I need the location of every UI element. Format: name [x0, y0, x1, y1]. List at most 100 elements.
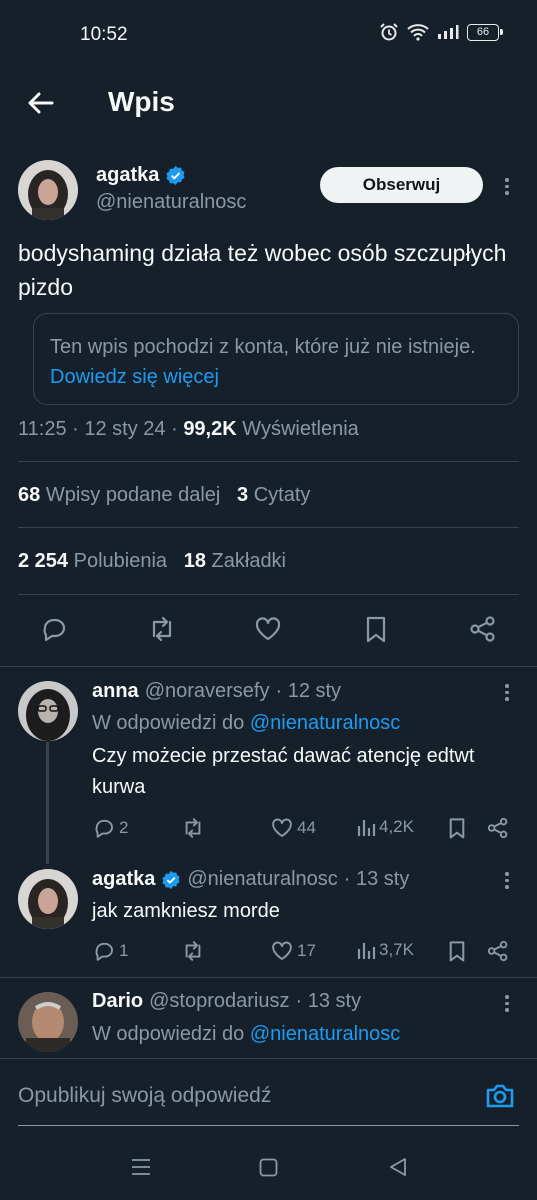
reply-author-handle[interactable]: @noraversefy [145, 680, 270, 703]
menu-nav-button[interactable] [131, 1158, 151, 1176]
bookmark-button[interactable] [446, 816, 468, 840]
bookmark-icon [449, 941, 465, 962]
like-button[interactable] [253, 614, 283, 644]
heart-icon [255, 617, 281, 641]
more-options-icon[interactable] [504, 995, 510, 1012]
post-text: bodyshaming działa też wobec osób szczup… [18, 240, 507, 300]
views-chart-icon [357, 943, 376, 959]
bookmark-icon [449, 818, 465, 839]
follow-button[interactable]: Obserwuj [320, 167, 483, 203]
more-options-icon[interactable] [504, 872, 510, 889]
reply-button[interactable] [39, 614, 69, 644]
share-button[interactable] [486, 939, 510, 963]
reply-count: 1 [119, 941, 129, 960]
views-count: 4,2K [379, 817, 414, 836]
reply-author-name[interactable]: agatka [92, 868, 155, 891]
likes-label: Polubienia [73, 550, 168, 572]
views-label: Wyświetlenia [242, 418, 359, 440]
reply-action-bar: 2 44 4,2K [92, 816, 522, 842]
reply-to-prefix: W odpowiedzi do [92, 712, 245, 734]
reply-action-bar: 1 17 3,7K [92, 939, 522, 965]
repost-button[interactable] [180, 816, 209, 840]
reply-author-name[interactable]: anna [92, 680, 139, 703]
reply-input[interactable]: Opublikuj swoją odpowiedź [18, 1084, 271, 1108]
reply-text: Czy możecie przestać dawać atencję edtwt… [92, 745, 475, 798]
repost-button[interactable] [180, 939, 209, 963]
divider [0, 977, 537, 978]
avatar[interactable] [18, 681, 78, 741]
home-nav-button[interactable] [259, 1158, 278, 1177]
share-button[interactable] [486, 816, 510, 840]
page-title: Wpis [108, 86, 175, 117]
reply-header: agatka @nienaturalnosc · 13 sty [92, 868, 409, 891]
like-button[interactable]: 17 [270, 939, 316, 963]
reply-button[interactable]: 2 [92, 816, 128, 840]
bookmark-button[interactable] [446, 939, 468, 963]
avatar[interactable] [18, 160, 78, 220]
notice-text: Ten wpis pochodzi z konta, które już nie… [50, 336, 476, 358]
reply-to-link[interactable]: @nienaturalnosc [250, 1023, 400, 1045]
reply-to-link[interactable]: @nienaturalnosc [250, 712, 400, 734]
avatar[interactable] [18, 992, 78, 1052]
arrow-left-icon [28, 92, 54, 114]
author-handle[interactable]: @nienaturalnosc [96, 191, 246, 214]
share-icon [470, 616, 495, 642]
views-button[interactable]: 4,2K [356, 816, 414, 838]
views-count: 3,7K [379, 940, 414, 959]
post-time: 11:25 [18, 418, 67, 440]
bookmark-icon [366, 616, 386, 643]
author-name-row: agatka [96, 164, 186, 187]
likes-stat[interactable]: 2 254 Polubienia [18, 550, 167, 572]
like-stats: 2 254 Polubienia 18 Zakładki [18, 550, 286, 573]
bookmarks-stat[interactable]: 18 Zakładki [184, 550, 286, 572]
share-button[interactable] [468, 614, 498, 644]
more-options-icon[interactable] [504, 178, 510, 195]
avatar[interactable] [18, 869, 78, 929]
reply-header: Dario @stoprodariusz · 13 sty [92, 990, 361, 1013]
wifi-icon [407, 24, 429, 41]
reply-count: 2 [119, 818, 129, 837]
reply-to-line: W odpowiedzi do @nienaturalnosc [92, 1019, 400, 1050]
status-time: 10:52 [80, 24, 128, 45]
camera-icon [486, 1084, 514, 1108]
post-date: 12 sty 24 [84, 418, 166, 440]
input-underline [18, 1125, 519, 1126]
repost-icon [152, 616, 172, 642]
bookmark-button[interactable] [362, 614, 390, 644]
reposts-count: 68 [18, 484, 41, 506]
reply-to-line: W odpowiedzi do @nienaturalnosc [92, 708, 400, 739]
reposts-stat[interactable]: 68 Wpisy podane dalej [18, 484, 220, 506]
like-button[interactable]: 44 [270, 816, 316, 840]
deleted-account-notice: Ten wpis pochodzi z konta, które już nie… [33, 313, 519, 405]
reply-icon [95, 819, 113, 838]
heart-icon [272, 941, 292, 960]
menu-icon [132, 1159, 150, 1175]
reply-author-handle[interactable]: @stoprodariusz [149, 990, 289, 1013]
divider [18, 527, 519, 528]
camera-button[interactable] [484, 1081, 516, 1111]
triangle-back-icon [390, 1158, 406, 1176]
reply-text: jak zamkniesz morde [92, 900, 280, 922]
reply-author-handle[interactable]: @nienaturalnosc [187, 868, 337, 891]
reply-author-name[interactable]: Dario [92, 990, 143, 1013]
reply-button[interactable]: 1 [92, 939, 128, 963]
learn-more-link[interactable]: Dowiedz się więcej [50, 366, 219, 388]
alarm-icon [380, 23, 398, 41]
system-nav-bar [0, 1138, 537, 1200]
back-button[interactable] [24, 86, 58, 120]
author-name[interactable]: agatka [96, 164, 159, 187]
quotes-stat[interactable]: 3 Cytaty [237, 484, 310, 506]
like-count: 44 [297, 818, 316, 837]
thread-line [46, 742, 49, 864]
views-button[interactable]: 3,7K [356, 939, 414, 961]
verified-badge-icon [166, 165, 185, 186]
share-icon [487, 817, 508, 839]
repost-icon [185, 941, 201, 961]
reply-to-prefix: W odpowiedzi do [92, 1023, 245, 1045]
more-options-icon[interactable] [504, 684, 510, 701]
back-nav-button[interactable] [388, 1157, 408, 1177]
quotes-label: Cytaty [253, 484, 311, 506]
bookmarks-label: Zakładki [211, 550, 287, 572]
repost-button[interactable] [146, 614, 178, 644]
divider [0, 666, 537, 667]
